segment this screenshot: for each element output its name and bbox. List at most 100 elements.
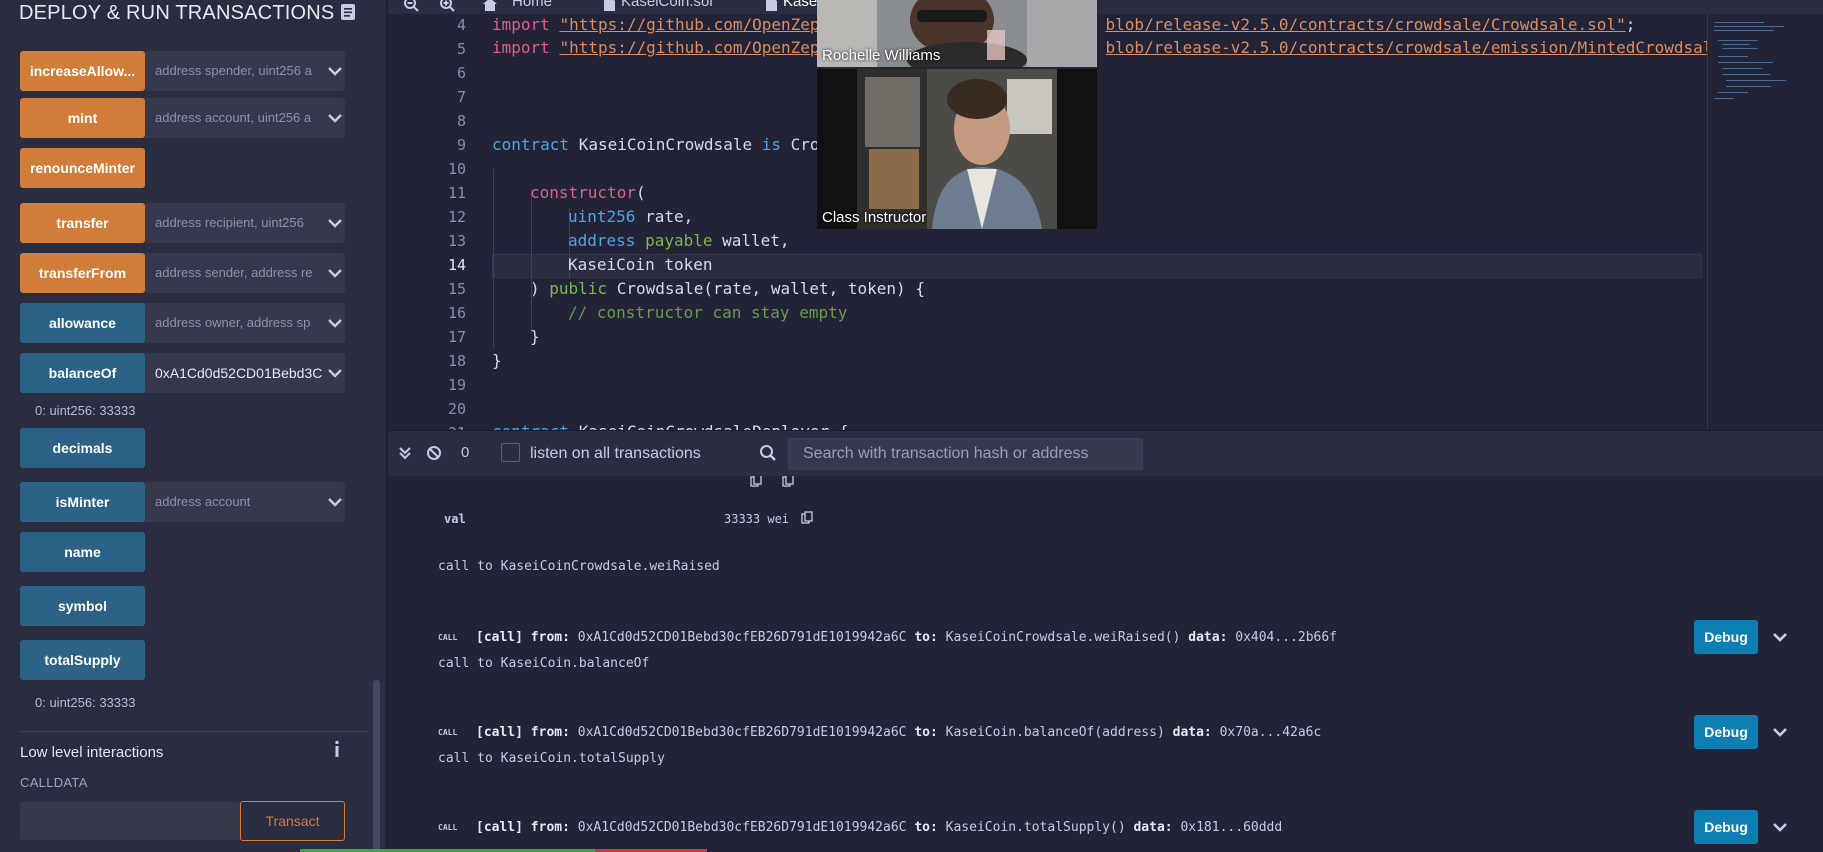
zoom-out-icon[interactable] — [403, 0, 419, 12]
pending-count: 0 — [461, 444, 470, 461]
function-row: increaseAllow... address spender, uint256… — [20, 51, 355, 91]
chevron-down-icon[interactable] — [327, 365, 343, 381]
function-args-input[interactable]: 0xA1Cd0d52CD01Bebd3C — [145, 353, 345, 393]
line-number: 10 — [447, 160, 466, 178]
code-line-15: ) public Crowdsale(rate, wallet, token) … — [530, 279, 925, 298]
debug-button[interactable]: Debug — [1694, 715, 1758, 749]
function-args-input[interactable]: address sender, address re — [145, 253, 345, 293]
tab-kaseicoin-sol[interactable]: KaseiCoin.sol — [621, 0, 713, 13]
transaction-row[interactable]: CALL [call] from: 0xA1Cd0d52CD01Bebd30cfE… — [438, 715, 1808, 749]
code-line-11: constructor( — [530, 183, 646, 202]
log-call-description: call to KaseiCoinCrowdsale.weiRaised — [438, 559, 720, 574]
zoom-in-icon[interactable] — [439, 0, 455, 12]
function-button[interactable]: isMinter — [20, 482, 145, 522]
function-button[interactable]: transfer — [20, 203, 145, 243]
function-row: balanceOf 0xA1Cd0d52CD01Bebd3C — [20, 353, 355, 393]
field-value: 0xA1Cd0d52CD01Bebd30cfEB26D791dE1019942a… — [577, 630, 907, 645]
function-button[interactable]: decimals — [20, 428, 145, 468]
function-button[interactable]: renounceMinter — [20, 148, 145, 188]
line-number: 6 — [456, 64, 466, 82]
code-line-16: // constructor can stay empty — [568, 303, 848, 322]
function-args-input[interactable]: address spender, uint256 a — [145, 51, 345, 91]
terminal-output: val 33333 wei call to KaseiCoinCrowdsale… — [388, 476, 1823, 852]
function-args-input[interactable]: address account — [145, 482, 345, 522]
function-row: name — [20, 532, 355, 572]
function-button[interactable]: totalSupply — [20, 640, 145, 680]
function-button[interactable]: symbol — [20, 586, 145, 626]
minimap-line — [1726, 86, 1771, 87]
function-args-input[interactable]: address owner, address sp — [145, 303, 345, 343]
ban-icon[interactable] — [426, 445, 442, 461]
field-label: to: — [914, 820, 938, 835]
code-line-14: KaseiCoin token — [568, 255, 713, 274]
minimap-line — [1722, 74, 1770, 75]
call-badge: CALL — [438, 823, 458, 832]
copy-icon[interactable] — [801, 511, 813, 524]
double-chevron-down-icon[interactable] — [398, 446, 412, 460]
function-row: isMinter address account — [20, 482, 355, 522]
code-line-13: address payable wallet, — [568, 231, 790, 250]
document-icon[interactable] — [340, 3, 356, 21]
code-line-9: contract KaseiCoinCrowdsale is Cro — [492, 135, 820, 154]
chevron-down-icon[interactable] — [1771, 628, 1789, 646]
transaction-row[interactable]: CALL [call] from: 0xA1Cd0d52CD01Bebd30cfE… — [438, 810, 1808, 844]
calldata-input[interactable] — [20, 802, 240, 840]
code-line-21: contract KaseiCoinCrowdsaleDeployer { — [492, 422, 848, 430]
function-row: allowance address owner, address sp — [20, 303, 355, 343]
function-row: decimals — [20, 428, 355, 468]
info-icon[interactable] — [330, 740, 344, 758]
minimap-line — [1714, 26, 1784, 27]
transaction-search-input[interactable] — [788, 438, 1143, 470]
file-icon — [766, 0, 777, 11]
line-number: 7 — [456, 88, 466, 106]
transact-button[interactable]: Transact — [240, 801, 345, 841]
chevron-down-icon[interactable] — [327, 494, 343, 510]
function-args-input[interactable]: address account, uint256 a — [145, 98, 345, 138]
field-label: from: — [530, 820, 570, 835]
minimap-line — [1714, 30, 1774, 31]
tab-home[interactable]: Home — [512, 0, 552, 13]
chevron-down-icon[interactable] — [327, 63, 343, 79]
copy-icon[interactable] — [750, 476, 762, 487]
chevron-down-icon[interactable] — [327, 315, 343, 331]
transaction-row[interactable]: CALL [call] from: 0xA1Cd0d52CD01Bebd30cfE… — [438, 620, 1808, 654]
line-number: 14 — [447, 256, 466, 274]
field-label: [call] — [476, 630, 523, 645]
debug-button[interactable]: Debug — [1694, 620, 1758, 654]
function-button[interactable]: mint — [20, 98, 145, 138]
chevron-down-icon[interactable] — [327, 110, 343, 126]
chevron-down-icon[interactable] — [1771, 818, 1789, 836]
minimap-line — [1718, 92, 1748, 93]
function-row: mint address account, uint256 a — [20, 98, 355, 138]
code-minimap[interactable] — [1707, 14, 1823, 430]
function-button[interactable]: increaseAllow... — [20, 51, 145, 91]
field-value: 0x181...60ddd — [1180, 820, 1283, 835]
field-label: to: — [914, 725, 938, 740]
copy-icon[interactable] — [782, 476, 794, 487]
function-button[interactable]: transferFrom — [20, 253, 145, 293]
tab-kasei-crowdsale[interactable]: Kasei — [783, 0, 821, 13]
chevron-down-icon[interactable] — [327, 215, 343, 231]
chevron-down-icon[interactable] — [1771, 723, 1789, 741]
line-number: 15 — [447, 280, 466, 298]
field-value: 0x70a...42a6c — [1219, 725, 1322, 740]
debug-button[interactable]: Debug — [1694, 810, 1758, 844]
function-button[interactable]: name — [20, 532, 145, 572]
panel-scrollbar[interactable] — [373, 680, 380, 852]
minimap-line — [1718, 40, 1758, 41]
balanceof-result: 0: uint256: 33333 — [35, 403, 136, 418]
field-label: [call] — [476, 725, 523, 740]
minimap-line — [1722, 68, 1762, 69]
line-number: 18 — [447, 352, 466, 370]
transaction-summary: [call] from: 0xA1Cd0d52CD01Bebd30cfEB26D… — [476, 725, 1321, 740]
function-button[interactable]: balanceOf — [20, 353, 145, 393]
listen-checkbox[interactable] — [501, 443, 520, 462]
chevron-down-icon[interactable] — [327, 265, 343, 281]
indent-guide — [493, 169, 494, 349]
log-field-value: 33333 wei — [724, 512, 790, 526]
function-args-input[interactable]: address recipient, uint256 — [145, 203, 345, 243]
function-button[interactable]: allowance — [20, 303, 145, 343]
minimap-line — [1726, 80, 1786, 81]
log-call-description: call to KaseiCoin.totalSupply — [438, 751, 665, 766]
field-value: 0x404...2b66f — [1235, 630, 1337, 645]
